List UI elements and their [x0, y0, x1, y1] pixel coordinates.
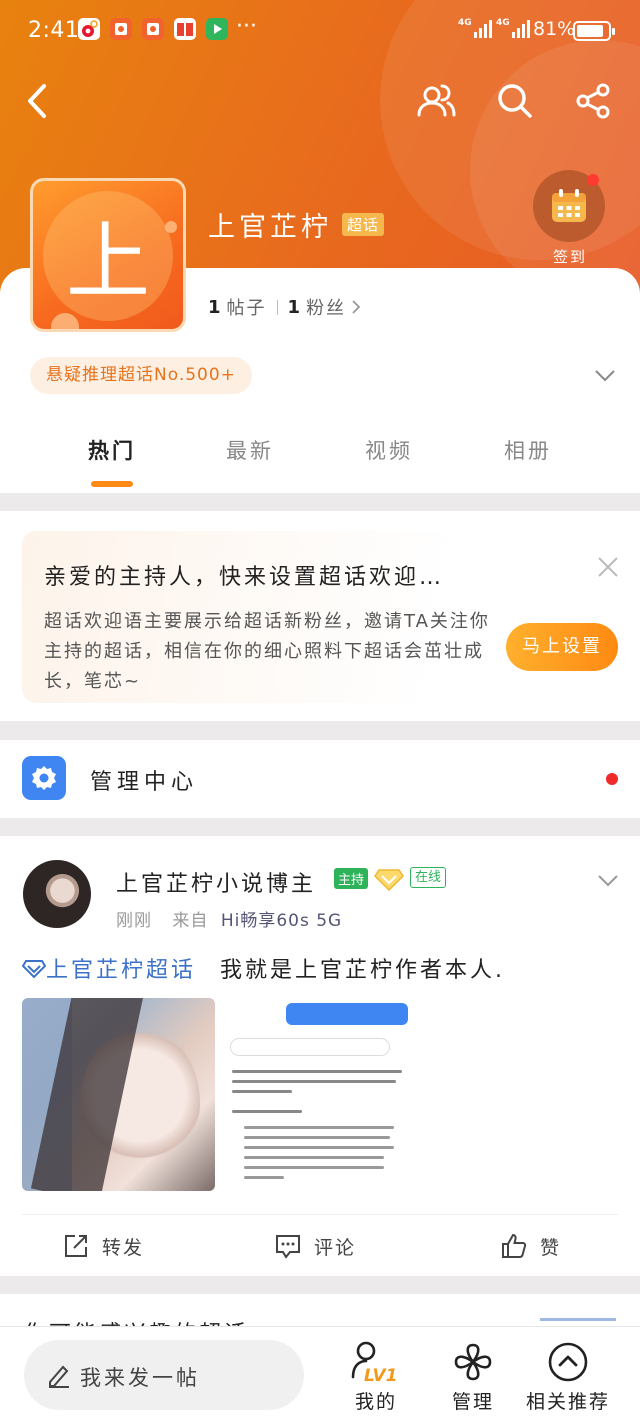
active-tab-indicator — [91, 481, 133, 487]
people-icon — [417, 84, 456, 117]
post-device: Hi畅享60s 5G — [220, 911, 343, 931]
topic-avatar[interactable]: 上 — [30, 178, 186, 332]
repost-label: 转发 — [102, 1236, 145, 1259]
tab-album[interactable]: 相册 — [478, 435, 578, 465]
app-notify-icon — [110, 18, 132, 40]
checkin-red-dot — [587, 174, 599, 186]
bottom-bar: 我来发一帖 LV1 我的 管理 相关推荐 — [0, 1326, 640, 1422]
network-type: 4G — [496, 18, 510, 28]
status-more: ··· — [236, 14, 257, 39]
signal-icon: 4G — [458, 18, 498, 40]
topic-name: 上官芷柠 — [208, 212, 332, 243]
network-type: 4G — [458, 18, 472, 28]
welcome-card: 亲爱的主持人，快来设置超话欢迎… 超话欢迎语主要展示给超话新粉丝，邀请TA关注你… — [22, 531, 618, 703]
weibo-icon — [78, 18, 100, 40]
signal-icon: 4G — [496, 18, 536, 40]
members-button[interactable] — [414, 78, 460, 124]
gear-icon — [32, 766, 56, 790]
manage-grid-icon — [425, 1339, 521, 1385]
calendar-icon — [552, 189, 586, 222]
manage-center-label: 管理中心 — [90, 770, 199, 795]
post-image-screenshot[interactable] — [224, 998, 417, 1191]
comment-icon — [276, 1235, 300, 1259]
manage-icon — [22, 756, 66, 800]
feed-post: 上官芷柠小说博主 主持 在线 刚刚 来自 Hi畅享60s 5G 上官芷柠超话 我… — [0, 836, 640, 1276]
compose-post-button[interactable]: 我来发一帖 — [24, 1340, 304, 1410]
checkin-button[interactable]: 签到 — [533, 170, 607, 267]
status-time: 2:41 — [28, 18, 80, 43]
topic-avatar-char: 上 — [65, 212, 150, 311]
search-button[interactable] — [492, 78, 538, 124]
level-icon: LV1 — [328, 1339, 424, 1385]
repost-button[interactable]: 转发 — [62, 1232, 144, 1260]
stats-divider — [276, 299, 278, 315]
posts-label: 帖子 — [226, 298, 267, 319]
video-app-icon — [206, 18, 228, 40]
post-source-prefix: 来自 — [172, 911, 209, 931]
post-divider — [22, 1214, 618, 1215]
topic-diamond-icon — [21, 960, 47, 979]
pencil-icon — [49, 1365, 69, 1388]
battery-percent: 81% — [533, 18, 576, 40]
posts-count: 1 — [208, 296, 223, 318]
tab-video[interactable]: 视频 — [339, 435, 439, 465]
setup-now-button[interactable]: 马上设置 — [506, 623, 618, 671]
welcome-title: 亲爱的主持人，快来设置超话欢迎… — [44, 565, 445, 590]
manage-red-dot — [606, 773, 618, 785]
nav-mine[interactable]: LV1 我的 — [328, 1339, 424, 1414]
welcome-description: 超话欢迎语主要展示给超话新粉丝，邀请TA关注你主持的超话，相信在你的细心照料下超… — [44, 611, 490, 692]
compose-placeholder: 我来发一帖 — [80, 1366, 200, 1390]
post-username[interactable]: 上官芷柠小说博主 — [116, 866, 316, 898]
like-label: 赞 — [540, 1236, 562, 1259]
topic-tag-link[interactable]: 上官芷柠超话 — [46, 958, 196, 983]
welcome-section: 亲爱的主持人，快来设置超话欢迎… 超话欢迎语主要展示给超话新粉丝，邀请TA关注你… — [0, 511, 640, 721]
rank-badge[interactable]: 悬疑推理超话No.500+ — [30, 357, 252, 394]
back-button[interactable] — [14, 78, 60, 124]
level-badge: LV1 — [364, 1366, 397, 1385]
share-button[interactable] — [570, 78, 616, 124]
fans-count: 1 — [287, 296, 303, 318]
fans-label: 粉丝 — [306, 298, 347, 319]
chevron-down-icon[interactable] — [594, 866, 622, 894]
status-bar: 2:41 ··· 4G 4G 81% — [0, 0, 640, 62]
tab-hot[interactable]: 热门 — [62, 435, 162, 465]
nav-recommend-label: 相关推荐 — [525, 1391, 610, 1413]
book-app-icon — [174, 18, 196, 40]
nav-recommend[interactable]: 相关推荐 — [520, 1339, 616, 1414]
post-image-selfie[interactable] — [22, 998, 215, 1191]
manage-center-row[interactable]: 管理中心 — [0, 740, 640, 818]
up-circle-icon — [520, 1339, 616, 1385]
tab-latest[interactable]: 最新 — [200, 435, 300, 465]
topic-stats[interactable]: 1 帖子 1 粉丝 — [208, 294, 362, 320]
checkin-circle — [533, 170, 605, 242]
close-icon[interactable] — [596, 555, 620, 579]
nav-mine-label: 我的 — [354, 1391, 397, 1413]
chevron-down-icon[interactable] — [592, 362, 618, 388]
host-badge: 主持 — [334, 868, 369, 889]
post-text: 我就是上官芷柠作者本人. — [220, 958, 506, 983]
app-notify-icon — [142, 18, 164, 40]
post-time: 刚刚 — [116, 911, 152, 931]
repost-icon — [65, 1235, 87, 1257]
battery-icon — [573, 21, 615, 41]
post-meta: 刚刚 来自 Hi畅享60s 5G — [116, 906, 342, 931]
online-badge: 在线 — [410, 867, 447, 888]
like-button[interactable]: 赞 — [500, 1232, 561, 1260]
super-topic-badge: 超话 — [342, 213, 385, 236]
see-more-link[interactable] — [540, 1318, 616, 1321]
search-icon — [498, 84, 532, 118]
back-arrow-icon — [28, 84, 46, 118]
diamond-badge-icon — [374, 869, 404, 892]
checkin-label: 签到 — [552, 248, 587, 266]
post-body: 上官芷柠超话 我就是上官芷柠作者本人. — [21, 952, 506, 984]
user-avatar[interactable] — [23, 860, 91, 928]
chevron-right-icon — [352, 300, 361, 314]
comment-label: 评论 — [314, 1236, 357, 1259]
nav-manage-label: 管理 — [451, 1391, 494, 1413]
thumbs-up-icon — [502, 1233, 527, 1258]
nav-manage[interactable]: 管理 — [425, 1339, 521, 1414]
share-icon — [576, 83, 610, 119]
comment-button[interactable]: 评论 — [274, 1232, 356, 1260]
